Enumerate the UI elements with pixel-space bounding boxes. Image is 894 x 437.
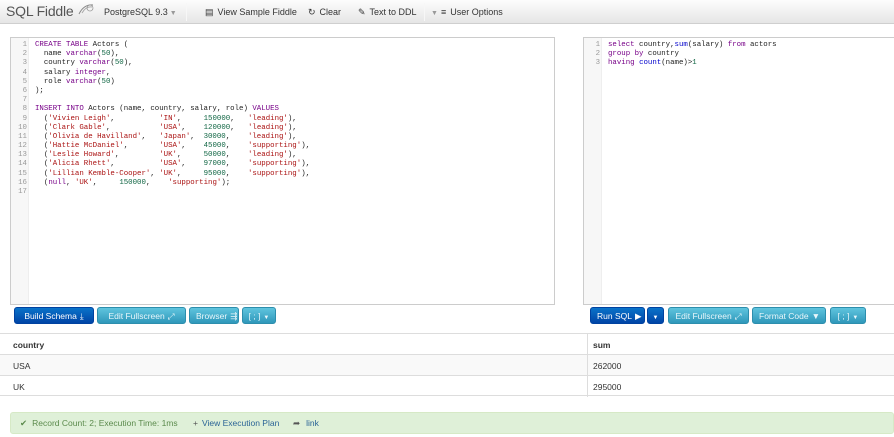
edit-fullscreen-left-button[interactable]: Edit Fullscreen ⤢	[97, 307, 186, 324]
permalink-link[interactable]: ➦ link	[293, 413, 319, 433]
list-icon: ▤	[205, 7, 214, 17]
table-cell: USA	[13, 361, 31, 371]
expand-icon: ⤢	[734, 311, 742, 321]
column-divider	[587, 334, 588, 355]
code-line: 16 (null, 'UK', 150000, 'supporting');	[18, 178, 231, 187]
top-navbar: SQL Fiddle PostgreSQL 9.3 ▼ ▤ View Sample …	[0, 0, 894, 24]
check-icon: ✔	[20, 418, 28, 428]
edit-fullscreen-right-button[interactable]: Edit Fullscreen ⤢	[668, 307, 749, 324]
query-editor[interactable]: 1 select country,sum(salary) from actors …	[583, 37, 894, 305]
nav-divider	[186, 3, 187, 21]
line-number-gutter	[584, 38, 602, 304]
code-line: 6);	[22, 86, 44, 95]
edit-fullscreen-label: Edit Fullscreen	[675, 311, 732, 321]
db-version-label: PostgreSQL 9.3	[104, 7, 168, 17]
menu-icon: ≡	[440, 7, 447, 17]
code-line: 17	[18, 188, 27, 196]
table-cell: UK	[13, 382, 25, 392]
filter-icon: ▼	[811, 311, 821, 321]
record-count-status: ✔ Record Count: 2; Execution Time: 1ms	[20, 413, 178, 433]
view-sample-button[interactable]: ▤ View Sample Fiddle	[205, 7, 297, 18]
column-divider	[587, 355, 588, 376]
run-sql-dropdown[interactable]: ▼	[647, 307, 664, 324]
status-summary: Record Count: 2; Execution Time: 1ms	[32, 418, 178, 428]
format-code-button[interactable]: Format Code ▼	[752, 307, 826, 324]
code-line: 3 having count(name)>1	[595, 59, 697, 68]
clear-button[interactable]: ↻ Clear	[308, 7, 341, 18]
code-line: 11 ('Olivia de Havilland', 'Japan', 3000…	[18, 132, 297, 141]
format-code-label: Format Code	[759, 311, 809, 321]
column-divider	[587, 376, 588, 397]
code-line: 2 group by country	[595, 50, 679, 59]
table-cell: 295000	[593, 382, 622, 392]
terminator-label: [ ; ]	[837, 311, 850, 321]
run-sql-button[interactable]: Run SQL ▶	[590, 307, 645, 324]
terminator-dropdown-right[interactable]: [ ; ] ▼	[830, 307, 866, 324]
code-line: 12 ('Hattie McDaniel', 'USA', 45000, 'su…	[18, 142, 311, 151]
wrench-icon: ✎	[358, 7, 366, 17]
terminator-label: [ ; ]	[248, 311, 261, 321]
user-options-dropdown[interactable]: ▼ ≡ User Options	[431, 7, 503, 17]
arrow-right-icon: ➦	[293, 418, 301, 428]
refresh-icon: ↻	[308, 7, 316, 17]
plus-icon: +	[193, 418, 198, 428]
code-line: 7	[22, 96, 27, 105]
run-sql-label: Run SQL	[597, 311, 632, 321]
schema-editor[interactable]: 1 CREATE TABLE Actors ( 2 name varchar(50…	[10, 37, 555, 305]
build-schema-label: Build Schema	[24, 311, 77, 321]
column-header: sum	[593, 340, 611, 350]
column-header: country	[13, 340, 45, 350]
code-line: 14 ('Alicia Rhett', 'USA', 97000, 'suppo…	[18, 160, 311, 169]
view-plan-label: View Execution Plan	[201, 418, 280, 428]
chevron-down-icon: ▼	[169, 10, 177, 17]
brand[interactable]: SQL Fiddle	[6, 3, 94, 19]
code-line: 15 ('Lillian Kemble-Cooper', 'UK', 95000…	[18, 169, 311, 178]
text-to-ddl-button[interactable]: ✎ Text to DDL	[358, 7, 417, 18]
code-line: 5 role varchar(50)	[22, 77, 115, 86]
nav-divider	[424, 3, 425, 21]
text-to-ddl-label: Text to DDL	[369, 7, 417, 17]
code-line: 9 ('Vivien Leigh', 'IN', 150000, 'leadin…	[22, 114, 297, 123]
brand-text: SQL Fiddle	[6, 3, 74, 19]
expand-icon: ⤢	[167, 311, 175, 321]
chevron-down-icon: ▼	[852, 315, 859, 321]
user-options-label: User Options	[450, 7, 503, 17]
db-version-dropdown[interactable]: PostgreSQL 9.3 ▼	[104, 7, 177, 17]
tree-icon: ⇶	[230, 311, 238, 321]
table-cell: 262000	[593, 361, 622, 371]
query-code[interactable]: 1 select country,sum(salary) from actors …	[584, 41, 894, 69]
play-icon: ▶	[634, 311, 642, 321]
download-icon: ⤓	[79, 311, 84, 321]
chevron-down-icon: ▼	[431, 10, 438, 17]
browser-label: Browser	[196, 311, 228, 321]
view-sample-label: View Sample Fiddle	[217, 7, 297, 17]
execution-status-bar: ✔ Record Count: 2; Execution Time: 1ms + V…	[10, 412, 894, 434]
edit-fullscreen-label: Edit Fullscreen	[108, 311, 165, 321]
code-line: 13 ('Leslie Howard', 'UK', 50000, 'leadi…	[18, 151, 297, 160]
code-line: 3 country varchar(50),	[22, 59, 133, 68]
fiddle-logo-icon	[78, 4, 94, 15]
code-line: 1 select country,sum(salary) from actors	[595, 41, 777, 49]
code-line: 10 ('Clark Gable', 'USA', 120000, 'leadi…	[18, 123, 297, 132]
browser-button[interactable]: Browser ⇶	[189, 307, 239, 324]
clear-label: Clear	[319, 7, 342, 17]
code-line: 1 CREATE TABLE Actors (	[22, 41, 129, 49]
view-execution-plan-link[interactable]: + View Execution Plan	[193, 413, 279, 433]
chevron-down-icon: ▼	[652, 315, 659, 321]
terminator-dropdown-left[interactable]: [ ; ] ▼	[242, 307, 276, 324]
code-line: 4 salary integer,	[22, 68, 111, 77]
code-line: 2 name varchar(50),	[22, 50, 120, 59]
table-header-row: country sum	[0, 333, 894, 355]
build-schema-button[interactable]: Build Schema ⤓	[14, 307, 94, 324]
chevron-down-icon: ▼	[263, 315, 270, 321]
code-line: 8 INSERT INTO Actors (name, country, sala…	[22, 105, 279, 114]
schema-code[interactable]: 1 CREATE TABLE Actors ( 2 name varchar(50…	[11, 41, 554, 197]
link-label: link	[306, 418, 319, 428]
table-row: UK 295000	[0, 375, 894, 397]
table-row: USA 262000	[0, 354, 894, 376]
